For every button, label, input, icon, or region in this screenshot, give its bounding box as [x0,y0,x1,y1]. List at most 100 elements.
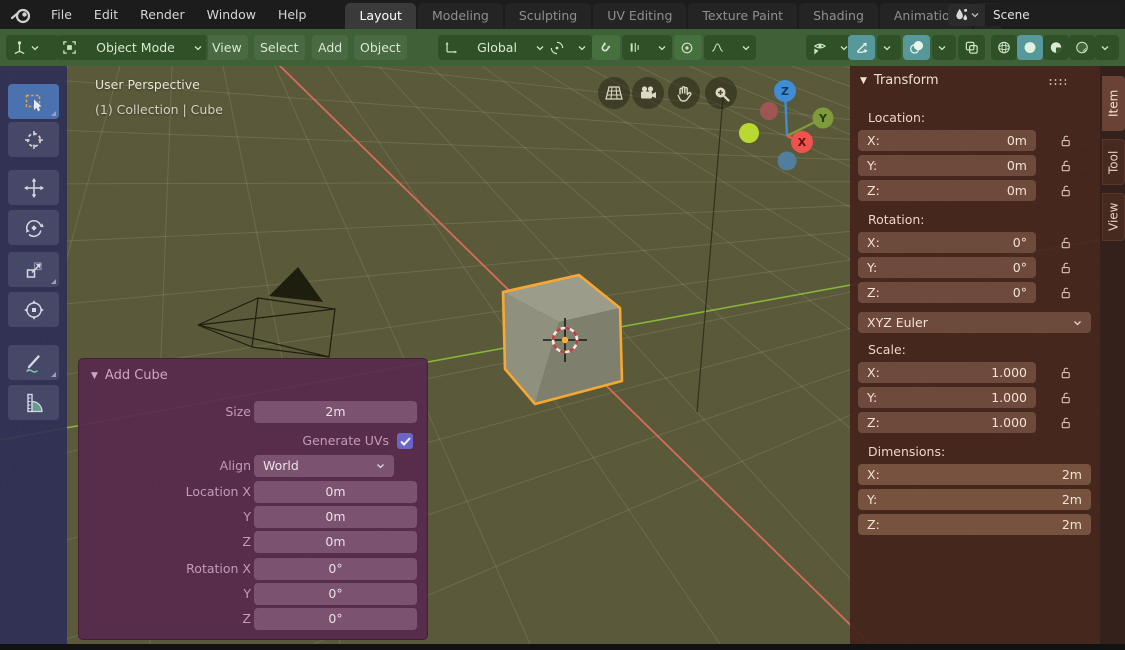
navigation-gizmo[interactable]: Z Y X [730,76,842,180]
shading-wireframe-button[interactable] [991,35,1017,60]
menu-window[interactable]: Window [196,0,267,29]
lock-icon[interactable] [1056,130,1074,151]
scale-group-label: Scale: [868,342,906,357]
sidebar-tab-tool[interactable]: Tool [1102,139,1125,185]
generate-uvs-checkbox[interactable] [397,433,413,449]
rotation-x-field[interactable]: X:0° [858,232,1036,253]
tab-sculpting[interactable]: Sculpting [505,3,591,29]
operator-panel-header[interactable]: ▼ Add Cube [91,368,168,383]
mode-dropdown[interactable]: Object Mode [56,35,208,60]
gizmo-neg-x-ball [760,102,778,120]
menu-file[interactable]: File [40,0,83,29]
scale-x-field[interactable]: X:1.000 [858,362,1036,383]
tool-transform[interactable] [8,292,59,327]
tab-shading[interactable]: Shading [799,3,878,29]
tab-modeling[interactable]: Modeling [418,3,503,29]
tab-layout[interactable]: Layout [345,3,416,29]
dimensions-y-field[interactable]: Y:2m [858,489,1091,510]
shading-rendered-button[interactable] [1069,35,1095,60]
object-visibility-dropdown[interactable] [806,35,854,60]
lock-icon[interactable] [1056,282,1074,303]
scale-z-field[interactable]: Z:1.000 [858,412,1036,433]
menu-view[interactable]: View [206,35,248,60]
rotation-y-field[interactable]: Y:0° [858,257,1036,278]
pan-view-button[interactable] [668,77,700,109]
menu-select[interactable]: Select [254,35,305,60]
falloff-dropdown[interactable] [704,35,756,60]
toggle-grid-button[interactable] [598,77,630,109]
sidebar-tab-item[interactable]: Item [1102,76,1125,131]
tool-select-box[interactable] [8,84,59,119]
rotation-mode-dropdown[interactable]: XYZ Euler [858,312,1091,333]
lock-icon[interactable] [1056,257,1074,278]
menu-render[interactable]: Render [129,0,196,29]
menu-help[interactable]: Help [267,0,318,29]
operator-panel-title: Add Cube [105,368,168,383]
dimensions-z-field[interactable]: Z:2m [858,514,1091,535]
rotation-y-field[interactable]: 0° [254,583,417,605]
xray-toggle[interactable] [958,35,985,60]
blender-logo-icon[interactable] [10,5,32,25]
pivot-point-dropdown[interactable] [544,35,592,60]
lock-icon[interactable] [1056,180,1074,201]
tool-scale[interactable] [8,252,59,287]
tool-annotate[interactable] [8,345,59,380]
menu-add[interactable]: Add [312,35,348,60]
shading-material-button[interactable] [1043,35,1069,60]
lock-icon[interactable] [1056,232,1074,253]
panel-grip-icon[interactable] [1048,78,1066,85]
show-overlays-toggle[interactable] [903,35,930,60]
lock-icon[interactable] [1056,362,1074,383]
tool-rotate[interactable] [8,210,59,245]
location-z-field[interactable]: 0m [254,531,417,553]
location-y-label: Y [91,506,251,528]
camera-view-button[interactable] [632,77,664,109]
align-dropdown[interactable]: World [254,455,394,477]
viewport-3d[interactable]: User Perspective (1) Collection | Cube [0,66,1125,644]
gizmo-options-dropdown[interactable] [877,35,901,60]
rotation-x-field[interactable]: 0° [254,558,417,580]
scene-name-field[interactable]: Scene [985,4,1121,26]
tab-uv-editing[interactable]: UV Editing [593,3,686,29]
sidebar-tab-view[interactable]: View [1102,193,1125,241]
editor-type-button[interactable] [6,35,58,60]
location-x-field[interactable]: X:0m [858,130,1036,151]
tool-measure[interactable] [8,385,59,420]
gizmo-neg-y-ball [739,123,759,143]
lock-icon[interactable] [1056,412,1074,433]
dimensions-x-field[interactable]: X:2m [858,464,1091,485]
mode-label: Object Mode [96,40,175,55]
lock-icon[interactable] [1056,155,1074,176]
location-x-field[interactable]: 0m [254,481,417,503]
location-y-field[interactable]: Y:0m [858,155,1036,176]
location-y-field[interactable]: 0m [254,506,417,528]
tool-move[interactable] [8,170,59,205]
snap-with-dropdown[interactable] [622,35,672,60]
proportional-editing-toggle[interactable] [674,35,702,60]
shading-solid-button[interactable] [1017,35,1043,60]
collapse-triangle-icon: ▼ [91,371,98,381]
transform-icon [23,299,45,321]
location-z-field[interactable]: Z:0m [858,180,1036,201]
scene-browse-button[interactable] [948,4,985,26]
scale-y-field[interactable]: Y:1.000 [858,387,1036,408]
overlays-options-dropdown[interactable] [932,35,956,60]
snap-toggle[interactable] [592,35,620,60]
rotation-z-field[interactable]: Z:0° [858,282,1036,303]
tool-cursor[interactable] [8,122,59,157]
menu-object[interactable]: Object [354,35,407,60]
menu-edit[interactable]: Edit [83,0,129,29]
lock-icon[interactable] [1056,387,1074,408]
tab-texture-paint[interactable]: Texture Paint [688,3,797,29]
location-z-label: Z [91,531,251,553]
shading-options-dropdown[interactable] [1095,35,1119,60]
rotation-group-label: Rotation: [868,212,925,227]
show-gizmo-toggle[interactable] [848,35,875,60]
rotation-z-field[interactable]: 0° [254,608,417,630]
size-label: Size [91,401,251,423]
chevron-down-icon [1073,320,1082,326]
transform-orientation-dropdown[interactable]: Global [438,35,550,60]
grid-icon [605,85,623,101]
transform-panel-header[interactable]: ▼ Transform [860,73,939,88]
size-field[interactable]: 2m [254,401,417,423]
